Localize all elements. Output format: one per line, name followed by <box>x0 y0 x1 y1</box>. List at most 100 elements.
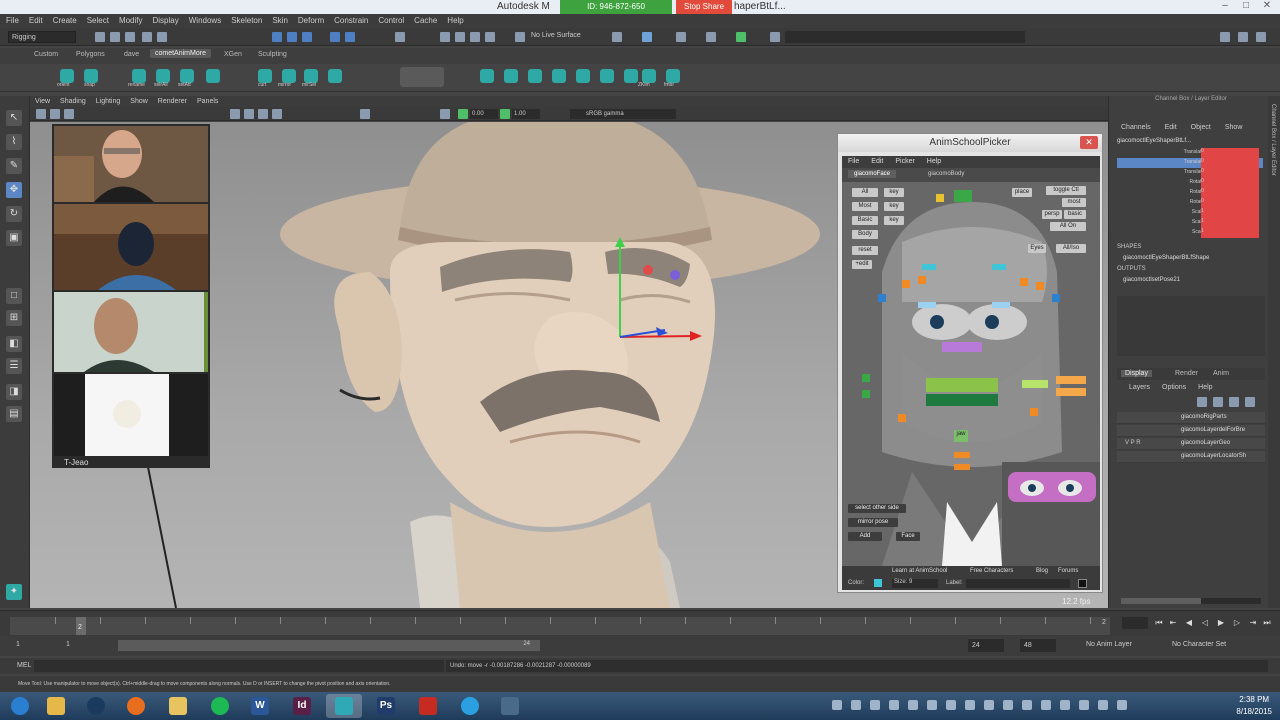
taskbar-app-indesign[interactable]: Id <box>284 694 320 718</box>
picker-label-input[interactable] <box>966 579 1070 588</box>
volume-icon[interactable] <box>1098 700 1108 710</box>
tray-app-icon[interactable] <box>984 700 994 710</box>
camera-attr-icon[interactable] <box>50 109 60 119</box>
shelf-button-2-icon[interactable] <box>504 69 518 83</box>
mirror-shelf-icon[interactable] <box>282 69 296 83</box>
picker-color-swatch[interactable] <box>874 579 882 587</box>
menu-constrain[interactable]: Constrain <box>334 14 368 28</box>
picker-toggle-ctl-button[interactable]: toggle Ctl <box>1046 186 1086 195</box>
current-frame-field[interactable] <box>1122 617 1148 629</box>
rename-shelf-icon[interactable] <box>132 69 146 83</box>
ipr-render-icon[interactable] <box>706 32 716 42</box>
range-start-field[interactable]: 1 <box>66 641 70 648</box>
shelf-button-6-icon[interactable] <box>600 69 614 83</box>
picker-body-button[interactable]: Body <box>852 230 878 239</box>
channelbox-menu-edit[interactable]: Edit <box>1165 124 1177 131</box>
picker-basic-button[interactable]: Basic <box>852 216 878 225</box>
taskbar-app-start[interactable] <box>2 694 38 718</box>
isolate-select-icon[interactable] <box>360 109 370 119</box>
taskbar-app-skype[interactable] <box>452 694 488 718</box>
render-view-icon[interactable] <box>642 32 652 42</box>
wireframe-icon[interactable] <box>230 109 240 119</box>
animschool-picker-shelf-icon[interactable] <box>400 67 444 87</box>
picker-ctl[interactable] <box>918 302 936 308</box>
picker-reset-button[interactable]: reset <box>852 246 878 255</box>
orient-shelf-icon[interactable] <box>60 69 74 83</box>
outliner-layout-icon[interactable]: ☰ <box>6 358 22 374</box>
picker-face-button[interactable]: Face <box>896 532 920 541</box>
mirror-select-shelf-icon[interactable] <box>304 69 318 83</box>
shelf-tab-sculpting[interactable]: Sculpting <box>258 51 287 58</box>
picker-ctl[interactable] <box>922 264 936 270</box>
extra-shelf-icon[interactable] <box>328 69 342 83</box>
taskbar-app-steam[interactable] <box>78 694 114 718</box>
save-scene-icon[interactable] <box>125 32 135 42</box>
channel-value[interactable]: 0 <box>1201 158 1259 168</box>
step-forward-icon[interactable]: ▷ <box>1232 617 1242 629</box>
open-scene-icon[interactable] <box>110 32 120 42</box>
lock-icon[interactable] <box>395 32 405 42</box>
channelbox-menu-object[interactable]: Object <box>1191 124 1211 131</box>
channel-value[interactable]: 1 <box>1201 228 1259 238</box>
picker-key-most-button[interactable]: key <box>884 202 904 211</box>
picker-ctl[interactable] <box>1056 388 1086 396</box>
script-layout-icon[interactable]: ▤ <box>6 406 22 422</box>
select-tool-icon[interactable]: ↖ <box>6 110 22 126</box>
gamma-field[interactable]: 1.00 <box>512 109 540 119</box>
picker-basic2-button[interactable]: basic <box>1064 210 1086 219</box>
zklm-shelf-icon[interactable] <box>642 69 656 83</box>
channel-translate-z[interactable]: Translate Z0 <box>1117 168 1263 178</box>
picker-link-blog[interactable]: Blog <box>1036 568 1048 574</box>
layer-down-icon[interactable] <box>1213 397 1223 407</box>
taskbar-app-word[interactable]: W <box>242 694 278 718</box>
channel-box-toggle-icon[interactable] <box>1256 32 1266 42</box>
menuset-dropdown[interactable]: Rigging <box>8 31 76 43</box>
picker-ctl[interactable] <box>898 414 906 422</box>
quick-search-field[interactable] <box>785 31 1025 43</box>
mel-label[interactable]: MEL <box>17 662 31 669</box>
channel-translate-y[interactable]: Translate Y0 <box>1117 158 1263 168</box>
snap-shelf-icon[interactable] <box>84 69 98 83</box>
exposure-field[interactable]: 0.00 <box>470 109 498 119</box>
picker-mirror-pose-button[interactable]: mirror pose <box>848 518 898 527</box>
taskbar-app-photoshop[interactable]: Ps <box>368 694 404 718</box>
channel-rotate-x[interactable]: Rotate X0 <box>1117 178 1263 188</box>
shelf-tab-polygons[interactable]: Polygons <box>76 51 105 58</box>
lights-icon[interactable] <box>272 109 282 119</box>
picker-ctl[interactable] <box>1030 408 1038 416</box>
picker-most-button[interactable]: Most <box>852 202 878 211</box>
tray-app-icon[interactable] <box>1041 700 1051 710</box>
color-management-dropdown[interactable]: sRGB gamma <box>570 109 676 119</box>
taskbar-app-explorer[interactable] <box>38 694 74 718</box>
picker-tab-face[interactable]: giacomoFace <box>848 170 897 178</box>
time-slider[interactable]: 2 2 ⏮ ⇤ ◀ ◁ ▶ ▷ ⇥ ⏭ <box>0 610 1280 636</box>
anim-layer-selector[interactable]: No Anim Layer <box>1086 641 1132 648</box>
mask-icon[interactable] <box>330 32 340 42</box>
channel-value[interactable]: 0 <box>1201 168 1259 178</box>
taskbar-app-firefox[interactable] <box>118 694 154 718</box>
snap-plane-icon[interactable] <box>485 32 495 42</box>
single-view-layout-icon[interactable]: □ <box>6 288 22 304</box>
select-object-icon[interactable] <box>287 32 297 42</box>
output-node[interactable]: giacomoctlsetPose21 <box>1123 277 1180 283</box>
picker-ctl[interactable] <box>926 394 998 406</box>
new-scene-icon[interactable] <box>95 32 105 42</box>
attribute-editor-icon[interactable] <box>1238 32 1248 42</box>
select-all-shelf-icon[interactable] <box>156 69 170 83</box>
picker-ctl[interactable] <box>1022 380 1048 388</box>
layer-row[interactable]: giacomoLayerdelForBre <box>1117 425 1265 437</box>
picker-ctl[interactable] <box>936 194 944 202</box>
picker-most2-button[interactable]: most <box>1062 198 1086 207</box>
channel-scale-y[interactable]: Scale Y1 <box>1117 218 1263 228</box>
graph-layout-icon[interactable]: ◨ <box>6 384 22 400</box>
bookmark-icon[interactable] <box>64 109 74 119</box>
taskbar-app-folder[interactable] <box>160 694 196 718</box>
panel-menu-panels[interactable]: Panels <box>197 96 218 107</box>
channel-value[interactable]: 0 <box>1201 198 1259 208</box>
picker-menu-file[interactable]: File <box>848 156 859 168</box>
stop-share-button[interactable]: Stop Share <box>676 0 732 14</box>
play-back-icon[interactable]: ◁ <box>1200 617 1210 629</box>
picker-ctl[interactable] <box>942 342 982 352</box>
picker-ctl[interactable] <box>992 264 1006 270</box>
picker-edit-button[interactable]: +edit <box>852 260 872 269</box>
